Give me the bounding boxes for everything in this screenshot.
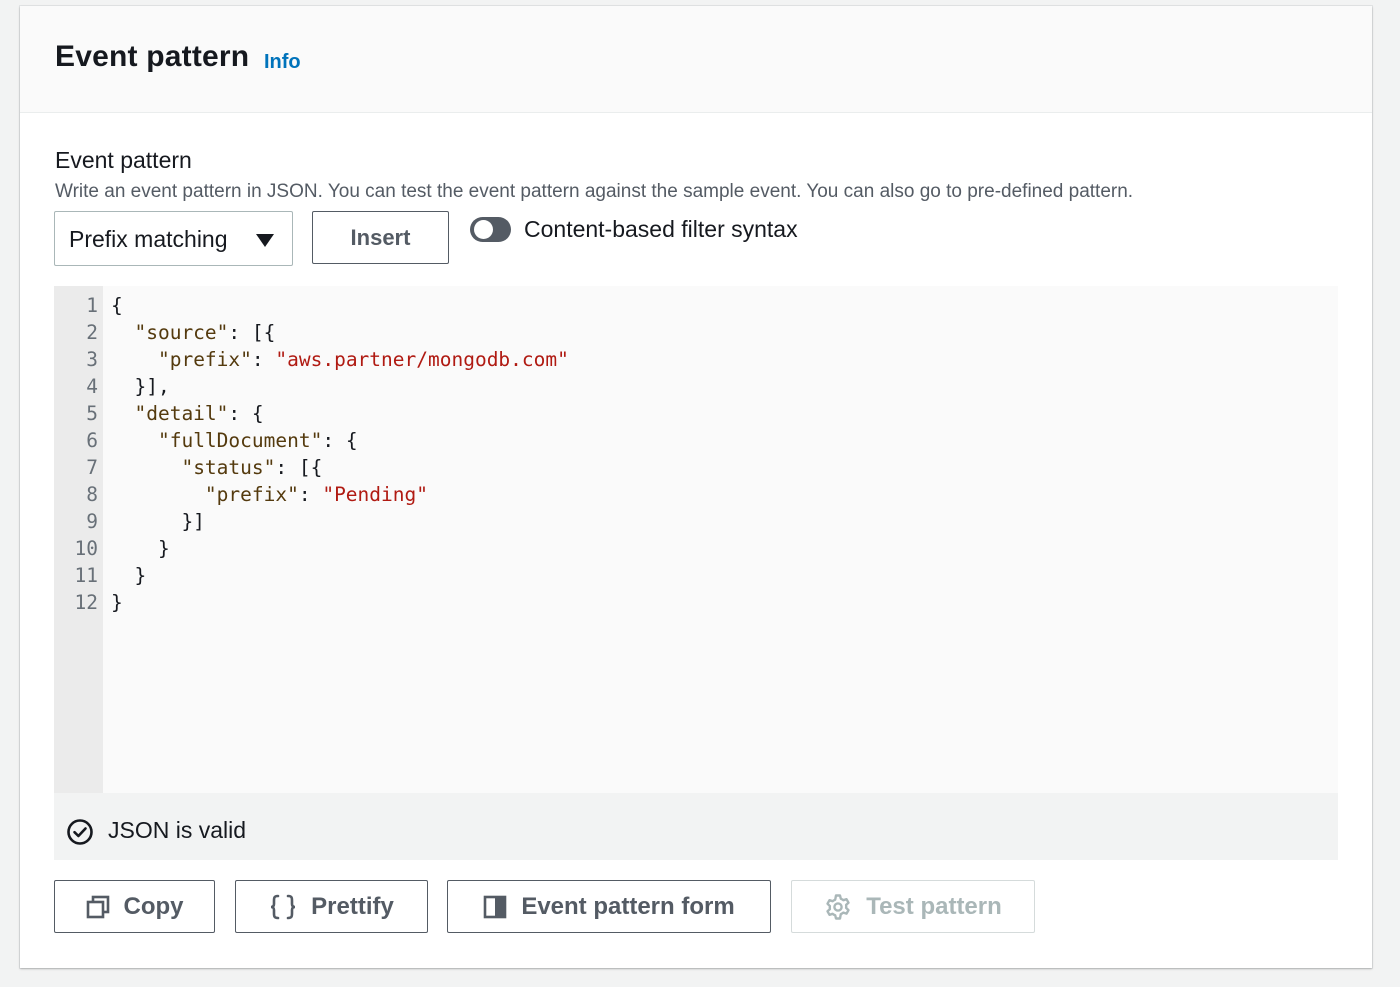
json-key: "prefix" xyxy=(204,483,299,506)
line-number: 1 xyxy=(86,294,98,317)
code-line: } xyxy=(111,535,170,562)
check-circle-icon xyxy=(67,819,93,845)
code-line: "detail": { xyxy=(111,400,264,427)
field-description: Write an event pattern in JSON. You can … xyxy=(55,181,1134,202)
json-key: "prefix" xyxy=(157,348,252,371)
pattern-type-select[interactable]: Prefix matching xyxy=(54,211,293,266)
code-line: { xyxy=(111,292,123,319)
toggle-knob xyxy=(474,220,493,239)
json-punctuation: { xyxy=(111,294,123,317)
braces-icon xyxy=(271,894,296,919)
json-punctuation xyxy=(111,456,181,479)
field-label: Event pattern xyxy=(55,147,192,173)
content-filter-toggle[interactable] xyxy=(470,217,511,242)
code-line: "fullDocument": { xyxy=(111,427,358,454)
json-key: "fullDocument" xyxy=(157,429,323,452)
code-line: }], xyxy=(111,373,170,400)
json-punctuation xyxy=(111,321,134,344)
json-string: "Pending" xyxy=(322,483,428,506)
panel-title: Event pattern xyxy=(55,40,250,73)
line-number: 11 xyxy=(74,564,98,587)
code-line: "source": [{ xyxy=(111,319,275,346)
json-punctuation: }], xyxy=(111,375,170,398)
line-number: 7 xyxy=(86,456,98,479)
json-key: "detail" xyxy=(134,402,229,425)
code-line: }] xyxy=(111,508,205,535)
json-punctuation: } xyxy=(111,591,123,614)
json-key: "status" xyxy=(181,456,276,479)
line-number: 6 xyxy=(86,429,98,452)
prettify-label: Prettify xyxy=(311,892,394,920)
code-line: } xyxy=(111,562,146,589)
code-area[interactable]: { "source": [{ "prefix": "aws.partner/mo… xyxy=(103,286,1338,793)
test-pattern-label: Test pattern xyxy=(866,892,1002,920)
validation-status-text: JSON is valid xyxy=(108,817,247,843)
event-pattern-panel: Event pattern Info Event pattern Write a… xyxy=(20,6,1372,968)
json-punctuation: : xyxy=(251,348,276,371)
json-punctuation xyxy=(111,429,158,452)
copy-icon xyxy=(86,895,109,918)
line-number: 4 xyxy=(86,375,98,398)
code-line: "prefix": "aws.partner/mongodb.com" xyxy=(111,346,569,373)
copy-button[interactable]: Copy xyxy=(54,880,215,933)
line-number-gutter: 1 2 3 4 5 6 7 8 9 10 11 12 xyxy=(54,286,103,793)
event-pattern-form-label: Event pattern form xyxy=(521,892,735,920)
line-number: 5 xyxy=(86,402,98,425)
line-number: 3 xyxy=(86,348,98,371)
json-punctuation xyxy=(111,348,158,371)
code-line: "prefix": "Pending" xyxy=(111,481,428,508)
line-number: 9 xyxy=(86,510,98,533)
line-number: 8 xyxy=(86,483,98,506)
info-link[interactable]: Info xyxy=(264,51,301,74)
caret-down-icon xyxy=(256,234,274,247)
json-punctuation xyxy=(111,402,134,425)
json-punctuation: : { xyxy=(228,402,264,425)
event-pattern-form-button[interactable]: Event pattern form xyxy=(447,880,771,933)
json-editor: 1 2 3 4 5 6 7 8 9 10 11 12 { "source": [{ "prefix":… xyxy=(54,286,1338,860)
json-punctuation: : [{ xyxy=(228,321,276,344)
line-number: 12 xyxy=(74,591,98,614)
panel-header: Event pattern Info xyxy=(20,6,1372,113)
json-punctuation: : xyxy=(298,483,323,506)
line-number: 10 xyxy=(74,537,98,560)
line-number: 2 xyxy=(86,321,98,344)
form-panel-icon xyxy=(484,895,507,918)
json-string: "aws.partner/mongodb.com" xyxy=(275,348,569,371)
insert-button[interactable]: Insert xyxy=(312,211,449,264)
code-line: } xyxy=(111,589,123,616)
json-punctuation: }] xyxy=(111,510,205,533)
select-value: Prefix matching xyxy=(69,226,228,252)
json-punctuation: : { xyxy=(322,429,358,452)
toggle-label: Content-based filter syntax xyxy=(524,216,798,242)
copy-label: Copy xyxy=(123,892,184,920)
json-punctuation: : [{ xyxy=(275,456,323,479)
json-punctuation: } xyxy=(111,564,147,587)
gear-icon xyxy=(826,893,850,920)
json-punctuation: } xyxy=(111,537,170,560)
code-line: "status": [{ xyxy=(111,454,322,481)
test-pattern-button[interactable]: Test pattern xyxy=(791,880,1035,933)
validation-status-bar: JSON is valid xyxy=(54,793,1338,860)
json-key: "source" xyxy=(134,321,229,344)
prettify-button[interactable]: Prettify xyxy=(235,880,428,933)
json-punctuation xyxy=(111,483,205,506)
